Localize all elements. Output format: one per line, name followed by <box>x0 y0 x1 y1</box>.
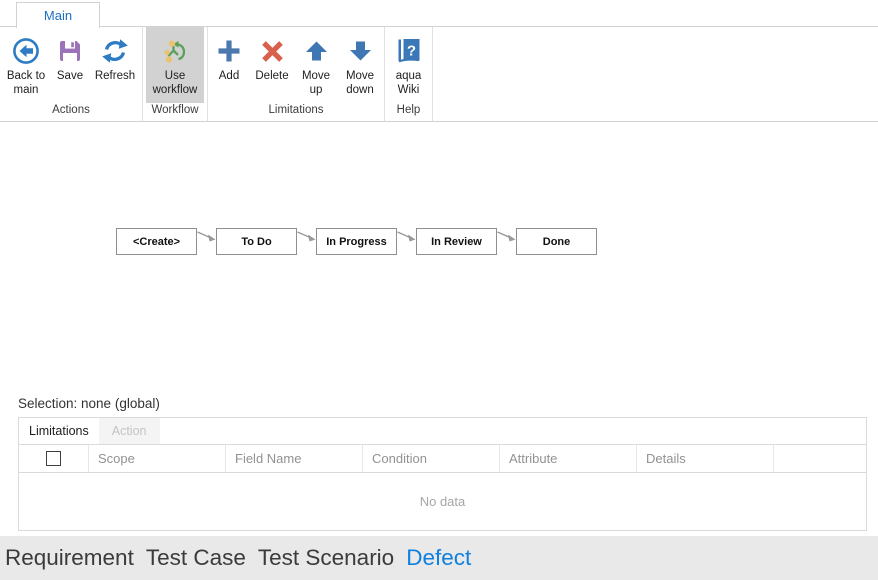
ribbon-group-limitations: Add Delete Move up <box>208 27 385 121</box>
workflow-arrow <box>397 229 416 244</box>
nav-item-test-case[interactable]: Test Case <box>146 545 246 571</box>
ribbon-group-help: ? aqua Wiki Help <box>385 27 433 121</box>
arrow-down-icon <box>349 32 372 70</box>
ribbon-group-label: Workflow <box>143 103 207 121</box>
ribbon: Back to main Save <box>0 27 878 122</box>
select-all-checkbox[interactable] <box>46 451 61 466</box>
ribbon-group-actions: Back to main Save <box>0 27 143 121</box>
save-button[interactable]: Save <box>50 27 90 84</box>
panel-tabstrip: Limitations Action <box>18 417 867 445</box>
column-header-field-name: Field Name <box>226 445 363 472</box>
tab-action[interactable]: Action <box>99 418 160 444</box>
workflow-editor-screen: Main Back to main <box>0 0 878 580</box>
refresh-icon <box>101 32 129 70</box>
nav-item-defect[interactable]: Defect <box>406 545 471 571</box>
table-header-row: Scope Field Name Condition Attribute Det… <box>18 445 867 473</box>
ribbon-group-label: Actions <box>0 103 142 121</box>
use-workflow-button[interactable]: Use workflow <box>146 27 204 103</box>
workflow-state-todo[interactable]: To Do <box>216 228 297 255</box>
limitations-panel: Limitations Action Scope Field Name Cond… <box>18 417 867 531</box>
button-label: Move down <box>337 70 383 97</box>
plus-icon <box>216 32 242 70</box>
column-header-details: Details <box>637 445 774 472</box>
button-label: Move up <box>295 70 337 97</box>
use-workflow-icon <box>162 32 189 70</box>
workflow-state-create[interactable]: <Create> <box>116 228 197 255</box>
refresh-button[interactable]: Refresh <box>90 27 140 84</box>
workflow-state-done[interactable]: Done <box>516 228 597 255</box>
workflow-arrow <box>497 229 516 244</box>
column-header-scope: Scope <box>89 445 226 472</box>
button-label: Refresh <box>95 70 135 84</box>
button-label: Use workflow <box>146 70 204 97</box>
tab-limitations[interactable]: Limitations <box>19 418 99 444</box>
ribbon-group-label: Limitations <box>208 103 384 121</box>
tab-main[interactable]: Main <box>16 2 100 28</box>
save-icon <box>57 32 83 70</box>
workflow-state-in-review[interactable]: In Review <box>416 228 497 255</box>
back-to-main-button[interactable]: Back to main <box>2 27 50 97</box>
svg-text:?: ? <box>406 43 415 60</box>
delete-x-icon <box>260 32 285 70</box>
table-empty-state: No data <box>18 473 867 531</box>
move-down-button[interactable]: Move down <box>337 27 383 97</box>
column-header-attribute: Attribute <box>500 445 637 472</box>
button-label: Back to main <box>2 70 50 97</box>
nav-item-test-scenario[interactable]: Test Scenario <box>258 545 394 571</box>
workflow-canvas: <Create> To Do In Progress In Review Don… <box>0 122 878 392</box>
header-checkbox-cell <box>19 445 89 472</box>
workflow-arrow <box>197 229 216 244</box>
column-header-empty <box>774 445 866 472</box>
workflow-arrow <box>297 229 316 244</box>
button-label: Add <box>219 70 239 84</box>
ribbon-tabstrip: Main <box>0 0 878 27</box>
ribbon-group-workflow: Use workflow Workflow <box>143 27 208 121</box>
move-up-button[interactable]: Move up <box>295 27 337 97</box>
workflow-state-in-progress[interactable]: In Progress <box>316 228 397 255</box>
add-button[interactable]: Add <box>209 27 249 84</box>
arrow-up-icon <box>305 32 328 70</box>
back-icon <box>12 32 40 70</box>
nav-item-requirement[interactable]: Requirement <box>5 545 134 571</box>
item-type-nav: Requirement Test Case Test Scenario Defe… <box>0 536 878 580</box>
ribbon-group-label: Help <box>385 103 432 121</box>
book-question-icon: ? <box>395 32 423 70</box>
button-label: aqua Wiki <box>387 70 431 97</box>
delete-button[interactable]: Delete <box>249 27 295 84</box>
no-data-message: No data <box>420 494 466 509</box>
aqua-wiki-button[interactable]: ? aqua Wiki <box>387 27 431 97</box>
column-header-condition: Condition <box>363 445 500 472</box>
selection-status-text: Selection: none (global) <box>18 396 878 414</box>
button-label: Delete <box>255 70 288 84</box>
button-label: Save <box>57 70 83 84</box>
